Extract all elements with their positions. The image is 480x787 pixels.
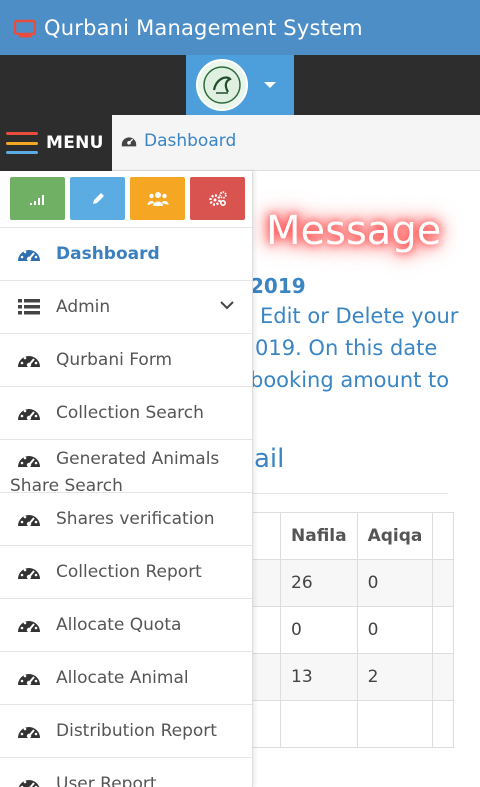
message-line: Edit or Delete your	[260, 304, 459, 328]
nav-item-distribution-report[interactable]: Distribution Report	[0, 705, 252, 758]
dashboard-icon	[16, 508, 42, 530]
title-bar: Qurbani Management System	[0, 0, 480, 55]
profile-dropdown[interactable]	[186, 55, 294, 115]
nav-item-user-report[interactable]: User Report	[0, 758, 252, 787]
nav-item-label: Admin	[56, 297, 111, 317]
nav-item-label: Collection Report	[56, 562, 202, 582]
nav-item-generated-animals-share-search[interactable]: Generated Animals Share Search	[0, 440, 252, 496]
nav-item-shares-verification[interactable]: Shares verification	[0, 493, 252, 546]
column-header: Nafila	[280, 512, 358, 560]
message-line: booking amount to	[250, 368, 450, 392]
dashboard-icon	[16, 667, 42, 689]
table-cell	[432, 559, 455, 607]
nav-item-label: Generated Animals	[56, 449, 220, 469]
nav-item-label: Dashboard	[56, 244, 160, 264]
nav-item-label: User Report	[56, 774, 157, 787]
table-cell	[280, 700, 358, 748]
dashboard-icon	[16, 449, 42, 471]
gears-icon	[208, 190, 227, 206]
chevron-down-icon	[264, 82, 276, 88]
table-cell: 0	[280, 606, 358, 654]
edit-shortcut-button[interactable]	[70, 177, 125, 220]
nav-item-label: Distribution Report	[56, 721, 217, 741]
sidebar: Dashboard Admin Qurbani Form Collection …	[0, 171, 253, 787]
menu-label: MENU	[46, 133, 104, 153]
table-cell: 26	[280, 559, 358, 607]
table-cell: 2	[356, 653, 434, 701]
settings-shortcut-button[interactable]	[190, 177, 245, 220]
chevron-down-icon	[220, 301, 234, 310]
shortcut-bar	[0, 171, 252, 228]
column-header	[432, 512, 455, 560]
nav-item-dashboard[interactable]: Dashboard	[0, 228, 252, 281]
dashboard-icon	[16, 402, 42, 424]
nav-item-collection-search[interactable]: Collection Search	[0, 387, 252, 440]
app-logo-icon	[14, 19, 36, 37]
avatar	[196, 59, 248, 111]
dashboard-icon	[16, 349, 42, 371]
nav-list: Dashboard Admin Qurbani Form Collection …	[0, 228, 252, 787]
table-cell: 0	[356, 606, 434, 654]
table-cell	[432, 606, 455, 654]
users-shortcut-button[interactable]	[130, 177, 185, 220]
hamburger-icon	[6, 132, 38, 154]
nav-item-allocate-animal[interactable]: Allocate Animal	[0, 652, 252, 705]
menu-toggle-button[interactable]: MENU	[0, 115, 112, 171]
nav-item-row: Generated Animals	[10, 446, 252, 473]
emblem-icon	[203, 66, 241, 104]
table-cell: 13	[280, 653, 358, 701]
nav-item-label: Qurbani Form	[56, 350, 173, 370]
dashboard-icon	[16, 614, 42, 636]
nav-item-label: Collection Search	[56, 403, 204, 423]
table-cell	[432, 653, 455, 701]
signal-bars-icon	[29, 194, 44, 205]
list-icon	[16, 296, 42, 318]
breadcrumb-label: Dashboard	[144, 131, 237, 151]
nav-item-admin[interactable]: Admin	[0, 281, 252, 334]
nav-item-collection-report[interactable]: Collection Report	[0, 546, 252, 599]
nav-item-label: Shares verification	[56, 509, 215, 529]
stats-shortcut-button[interactable]	[10, 177, 65, 220]
dashboard-icon	[121, 137, 137, 147]
breadcrumb[interactable]: Dashboard	[120, 131, 236, 151]
app-title: Qurbani Management System	[44, 15, 363, 40]
dashboard-icon	[16, 720, 42, 742]
message-line: 2019	[250, 274, 306, 298]
dashboard-icon	[16, 243, 42, 265]
table-cell	[356, 700, 434, 748]
dashboard-icon	[16, 561, 42, 583]
table-cell: 0	[356, 559, 434, 607]
nav-item-allocate-quota[interactable]: Allocate Quota	[0, 599, 252, 652]
section-heading: ail	[254, 444, 285, 474]
pencil-icon	[92, 192, 104, 204]
divider	[250, 493, 448, 494]
message-line: 019. On this date	[255, 336, 438, 360]
users-icon	[147, 191, 168, 206]
nav-item-label: Allocate Animal	[56, 668, 189, 688]
nav-item-label: Allocate Quota	[56, 615, 182, 635]
message-title: Message	[266, 208, 442, 254]
nav-item-qurbani-form[interactable]: Qurbani Form	[0, 334, 252, 387]
table-cell	[432, 700, 455, 748]
dashboard-icon	[16, 773, 42, 787]
column-header: Aqiqa	[356, 512, 434, 560]
